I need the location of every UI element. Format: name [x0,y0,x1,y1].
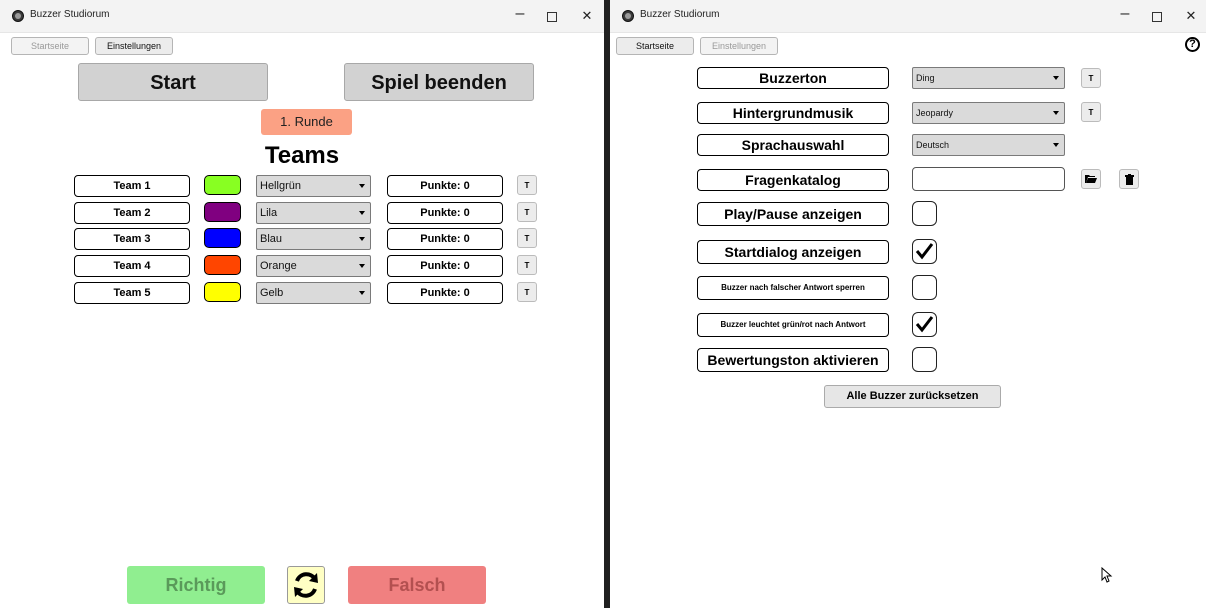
team-color-select[interactable]: Blau [256,228,371,250]
team-color-swatch [204,255,241,275]
chevron-down-icon [1053,76,1059,80]
team-color-swatch [204,175,241,195]
window-title: Buzzer Studiorum [30,9,110,20]
chevron-down-icon [359,211,365,215]
nav-einstellungen-button: Einstellungen [700,37,778,55]
team-name-field[interactable]: Team 1 [74,175,190,197]
refresh-icon [294,572,318,598]
help-icon[interactable]: ? [1185,37,1200,52]
team-points: Punkte: 0 [387,255,503,277]
settings-window: Buzzer Studiorum – ✕ Startseite Einstell… [610,0,1206,608]
title-bar: Buzzer Studiorum – ✕ [610,0,1206,33]
background-music-test-button[interactable]: T [1081,102,1101,122]
start-button[interactable]: Start [78,63,268,101]
play-pause-checkbox[interactable] [912,201,937,226]
trash-icon [1124,174,1134,185]
team-test-button[interactable]: T [517,255,537,275]
end-game-button[interactable]: Spiel beenden [344,63,534,101]
buzzer-tone-select[interactable]: Ding [912,67,1065,89]
nav-einstellungen-button[interactable]: Einstellungen [95,37,173,55]
chevron-down-icon [359,264,365,268]
chevron-down-icon [359,184,365,188]
buzzer-tone-label: Buzzerton [697,67,889,89]
checkmark-icon [915,316,934,333]
team-points: Punkte: 0 [387,228,503,250]
open-folder-button[interactable] [1081,169,1101,189]
reset-all-buzzers-button[interactable]: Alle Buzzer zurücksetzen [824,385,1001,408]
start-dialog-checkbox[interactable] [912,239,937,264]
nav-startseite-button: Startseite [11,37,89,55]
team-test-button[interactable]: T [517,175,537,195]
language-label: Sprachauswahl [697,134,889,156]
background-music-select[interactable]: Jeopardy [912,102,1065,124]
app-icon [12,10,24,22]
checkmark-icon [915,243,934,260]
team-test-button[interactable]: T [517,228,537,248]
buzzer-tone-test-button[interactable]: T [1081,68,1101,88]
chevron-down-icon [1053,111,1059,115]
close-icon[interactable]: ✕ [1176,4,1206,28]
team-color-select[interactable]: Orange [256,255,371,277]
window-title: Buzzer Studiorum [640,9,720,20]
folder-open-icon [1085,175,1097,183]
play-pause-label: Play/Pause anzeigen [697,202,889,226]
team-points: Punkte: 0 [387,202,503,224]
main-window: Buzzer Studiorum – ✕ Startseite Einstell… [0,0,604,608]
correct-button[interactable]: Richtig [127,566,265,604]
chevron-down-icon [359,291,365,295]
refresh-button[interactable] [287,566,325,604]
team-name-field[interactable]: Team 5 [74,282,190,304]
teams-heading: Teams [264,142,340,169]
team-name-field[interactable]: Team 2 [74,202,190,224]
maximize-icon[interactable] [1142,4,1172,28]
team-color-swatch [204,282,241,302]
title-bar: Buzzer Studiorum – ✕ [0,0,604,33]
team-test-button[interactable]: T [517,282,537,302]
minimize-icon[interactable]: – [505,4,535,28]
lock-buzzer-checkbox[interactable] [912,275,937,300]
maximize-icon[interactable] [537,4,567,28]
team-color-swatch [204,228,241,248]
buzzer-light-checkbox[interactable] [912,312,937,337]
app-icon [622,10,634,22]
team-points: Punkte: 0 [387,282,503,304]
chevron-down-icon [1053,143,1059,147]
rating-tone-checkbox[interactable] [912,347,937,372]
chevron-down-icon [359,237,365,241]
team-color-select[interactable]: Gelb [256,282,371,304]
team-name-field[interactable]: Team 3 [74,228,190,250]
team-test-button[interactable]: T [517,202,537,222]
background-music-label: Hintergrundmusik [697,102,889,124]
delete-catalog-button[interactable] [1119,169,1139,189]
language-select[interactable]: Deutsch [912,134,1065,156]
lock-buzzer-label: Buzzer nach falscher Antwort sperren [697,276,889,300]
question-catalog-path-field[interactable] [912,167,1065,191]
wrong-button[interactable]: Falsch [348,566,486,604]
round-badge: 1. Runde [261,109,352,135]
nav-startseite-button[interactable]: Startseite [616,37,694,55]
team-points: Punkte: 0 [387,175,503,197]
team-color-select[interactable]: Hellgrün [256,175,371,197]
team-color-select[interactable]: Lila [256,202,371,224]
rating-tone-label: Bewertungston aktivieren [697,348,889,372]
team-color-swatch [204,202,241,222]
buzzer-light-label: Buzzer leuchtet grün/rot nach Antwort [697,313,889,337]
team-name-field[interactable]: Team 4 [74,255,190,277]
question-catalog-label: Fragenkatalog [697,169,889,191]
mouse-pointer-icon [1101,567,1113,583]
minimize-icon[interactable]: – [1110,4,1140,28]
start-dialog-label: Startdialog anzeigen [697,240,889,264]
close-icon[interactable]: ✕ [572,4,602,28]
